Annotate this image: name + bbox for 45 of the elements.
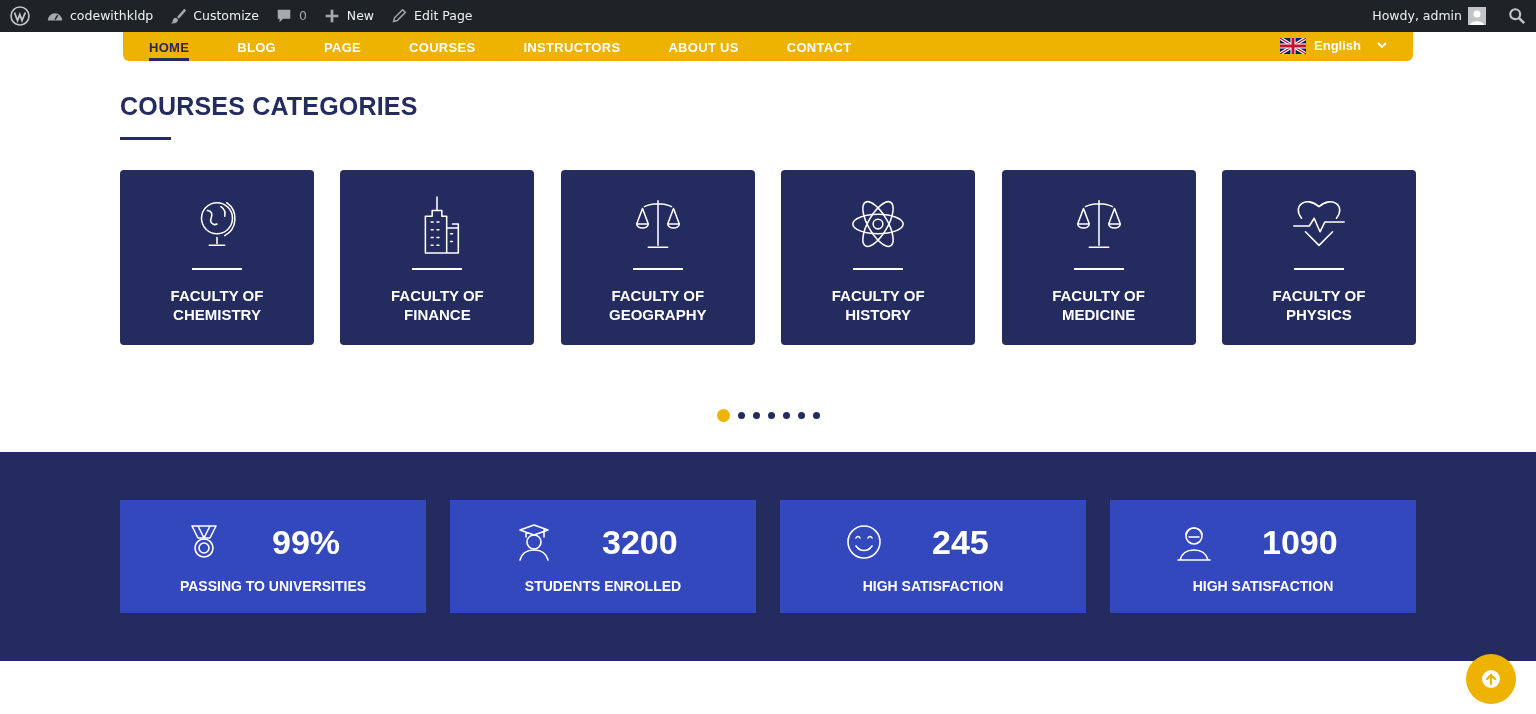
category-name: FACULTY OF HISTORY xyxy=(831,286,925,324)
site-link[interactable]: codewithkldp xyxy=(46,6,154,26)
avatar-icon xyxy=(1468,7,1486,25)
arrow-up-icon xyxy=(1481,669,1501,689)
carousel-dot[interactable] xyxy=(767,412,775,419)
category-name: FACULTY OF PHYSICS xyxy=(1272,286,1366,324)
carousel-dot[interactable] xyxy=(812,412,820,419)
stat-value: 99% xyxy=(272,521,342,563)
category-card[interactable]: FACULTY OF PHYSICS xyxy=(1221,170,1416,345)
stat-label: HIGH SATISFACTION xyxy=(862,576,1004,596)
wordpress-logo-icon xyxy=(10,6,30,26)
stat-label: STUDENTS ENROLLED xyxy=(524,576,682,596)
stat-label: PASSING TO UNIVERSITIES xyxy=(179,576,367,596)
stat-value: 1090 xyxy=(1262,521,1339,563)
category-card[interactable]: FACULTY OF HISTORY xyxy=(781,170,976,345)
category-name: FACULTY OF FINANCE xyxy=(391,286,484,324)
stat-value: 245 xyxy=(932,521,990,563)
category-name: FACULTY OF MEDICINE xyxy=(1052,286,1145,324)
nav-link[interactable]: HOME xyxy=(149,32,190,61)
caret-icon xyxy=(1377,42,1387,50)
edit-page-link[interactable]: Edit Page xyxy=(390,6,473,26)
stat-label: HIGH SATISFACTION xyxy=(1192,576,1334,596)
stat-value: 3200 xyxy=(602,521,679,563)
carousel-dot[interactable] xyxy=(737,412,745,419)
flag-icon xyxy=(1280,37,1307,54)
category-card[interactable]: FACULTY OF GEOGRAPHY xyxy=(560,170,755,345)
smiley-icon xyxy=(844,522,884,562)
carousel-dot[interactable] xyxy=(716,409,730,422)
category-card[interactable]: FACULTY OF CHEMISTRY xyxy=(120,170,314,345)
category-card[interactable]: FACULTY OF FINANCE xyxy=(340,170,535,345)
category-name: FACULTY OF CHEMISTRY xyxy=(170,286,264,324)
pencil-icon xyxy=(390,7,409,25)
carousel-dot[interactable] xyxy=(782,412,790,419)
new-link[interactable]: New xyxy=(322,6,375,26)
carousel-dot[interactable] xyxy=(797,412,805,419)
account-menu[interactable]: Howdy, admin xyxy=(1372,6,1486,26)
search-icon xyxy=(1508,7,1526,25)
scroll-to-top-button[interactable] xyxy=(1466,654,1516,704)
brush-icon xyxy=(169,7,188,25)
category-name: FACULTY OF GEOGRAPHY xyxy=(609,286,707,324)
carousel-dot[interactable] xyxy=(752,412,760,419)
comments-link[interactable]: 0 xyxy=(274,6,307,26)
customize-link[interactable]: Customize xyxy=(169,6,259,26)
section-heading: COURSES CATEGORIES xyxy=(120,91,419,121)
category-card[interactable]: FACULTY OF MEDICINE xyxy=(1001,170,1196,345)
